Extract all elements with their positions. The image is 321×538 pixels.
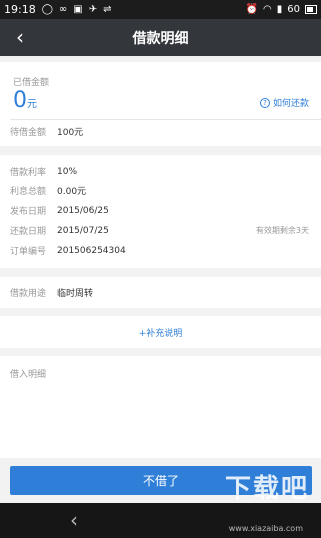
- watermark-url: www.xiazaiba.com: [228, 524, 303, 533]
- watermark-logo: 下载吧: [224, 474, 309, 504]
- status-system-icons: ⏰ ◠ ▮ 60: [246, 4, 317, 15]
- publish-date-row: 发布日期 2015/06/25: [10, 204, 310, 218]
- cloud-icon: ∞: [58, 4, 68, 15]
- pending-amount-row: 待借金额 100元: [10, 125, 310, 138]
- publish-date-label: 发布日期: [10, 207, 47, 217]
- signal-icon: ▮: [276, 4, 283, 15]
- pending-amount-label: 待借金额: [10, 128, 47, 138]
- borrowed-amount: 0元: [13, 89, 37, 117]
- status-time: 19:18: [4, 3, 36, 16]
- borrowed-amount-unit: 元: [27, 99, 37, 110]
- purpose-label: 借款用途: [10, 289, 47, 299]
- question-icon: ?: [259, 97, 270, 108]
- order-number-label: 订单编号: [10, 247, 47, 257]
- bluetooth-icon: ✈: [88, 4, 98, 15]
- pending-amount-value: 100元: [57, 128, 84, 138]
- expiry-remaining: 有效期剩余3天: [255, 226, 309, 235]
- repay-date-value: 2015/07/25: [57, 225, 109, 236]
- order-number-row: 订单编号 201506254304: [10, 244, 310, 258]
- purpose-row: 借款用途 临时周转: [10, 286, 310, 299]
- repay-date-label: 还款日期: [10, 227, 47, 237]
- add-supplement-button[interactable]: +补充说明: [0, 326, 321, 339]
- battery-icon: [305, 5, 317, 14]
- status-notification-icons: ◯ ∞ ▣ ✈ ⇌: [42, 4, 112, 15]
- rate-value: 10%: [57, 166, 78, 177]
- status-bar: 19:18 ◯ ∞ ▣ ✈ ⇌ ⏰ ◠ ▮ 60: [0, 0, 321, 19]
- publish-date-value: 2015/06/25: [57, 205, 109, 216]
- borrowed-amount-value: 0: [13, 88, 27, 113]
- page-title: 借款明细: [132, 30, 189, 47]
- divider: [10, 119, 321, 120]
- order-number-value: 201506254304: [57, 245, 126, 256]
- interest-label: 利息总额: [10, 187, 47, 197]
- wifi-icon: ◠: [263, 4, 272, 15]
- lend-detail-card: [0, 356, 321, 458]
- purpose-value: 临时周转: [57, 289, 94, 299]
- back-button[interactable]: ‹: [8, 23, 32, 51]
- image-icon: ▣: [73, 4, 83, 15]
- alarm-icon: ⏰: [245, 4, 259, 15]
- interest-value: 0.00元: [57, 187, 87, 197]
- nav-bar: ‹ 借款明细: [0, 19, 321, 56]
- borrowed-amount-label: 已借金额: [13, 78, 50, 88]
- interest-row: 利息总额 0.00元: [10, 184, 310, 197]
- battery-level: 60: [287, 4, 300, 15]
- how-to-repay-label: 如何还款: [272, 99, 309, 109]
- chat-icon: ◯: [41, 4, 53, 15]
- rate-label: 借款利率: [10, 168, 47, 178]
- system-back-icon[interactable]: ‹: [64, 506, 84, 534]
- rate-row: 借款利率 10%: [10, 165, 310, 179]
- usb-icon: ⇌: [103, 4, 112, 15]
- lend-detail-label: 借入明细: [10, 370, 47, 380]
- how-to-repay-link[interactable]: ? 如何还款: [259, 96, 309, 109]
